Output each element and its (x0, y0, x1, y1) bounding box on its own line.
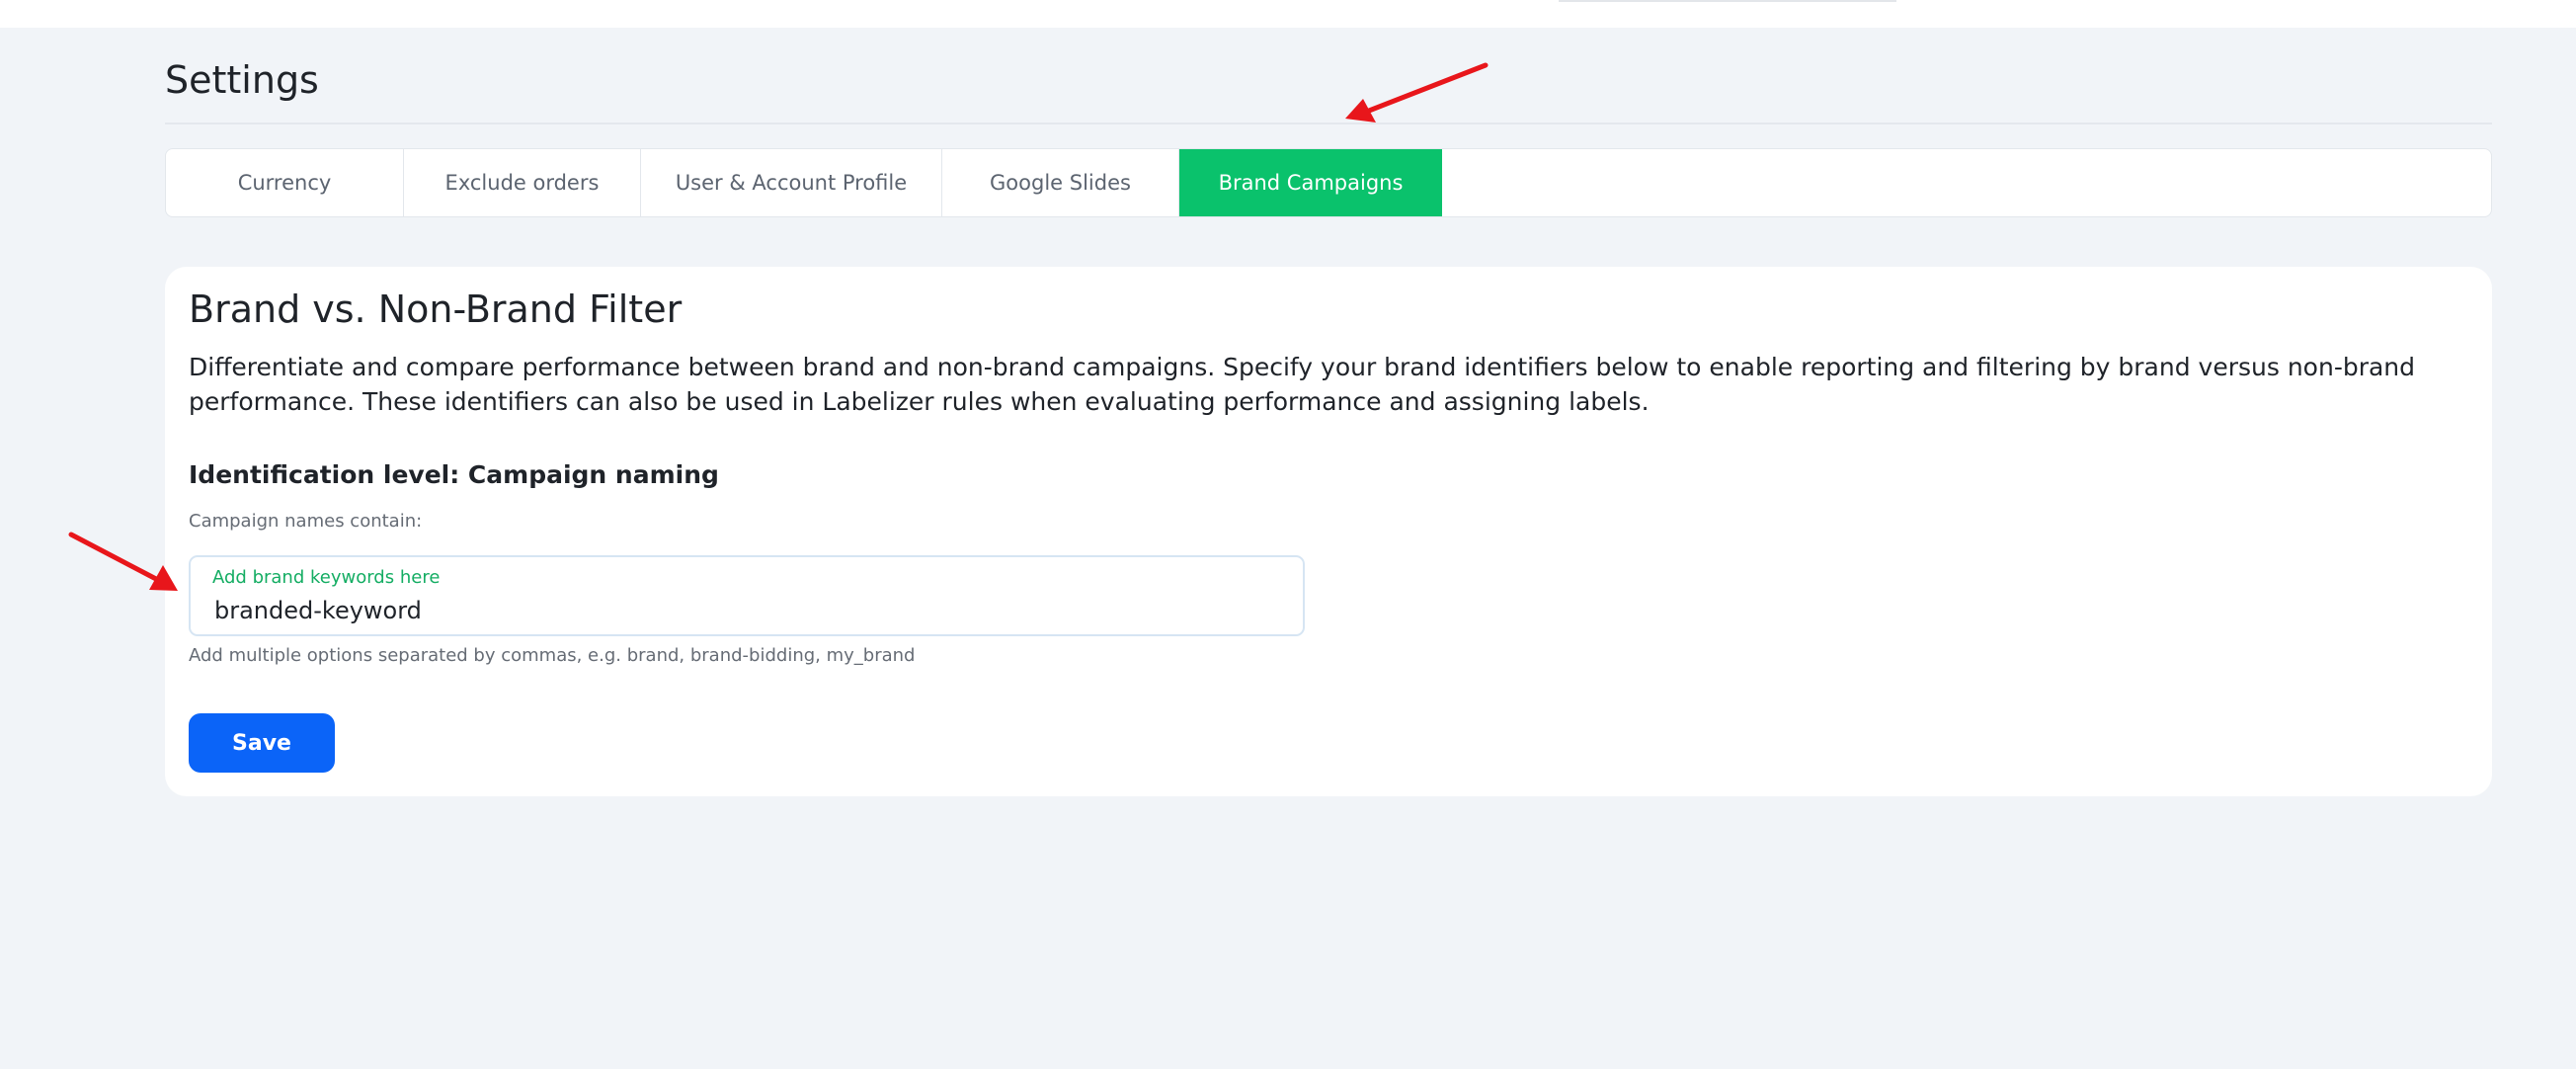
arrow-to-tab-icon (1345, 62, 1489, 123)
annotation-arrows (68, 62, 1489, 591)
arrow-to-input-icon (68, 532, 178, 591)
